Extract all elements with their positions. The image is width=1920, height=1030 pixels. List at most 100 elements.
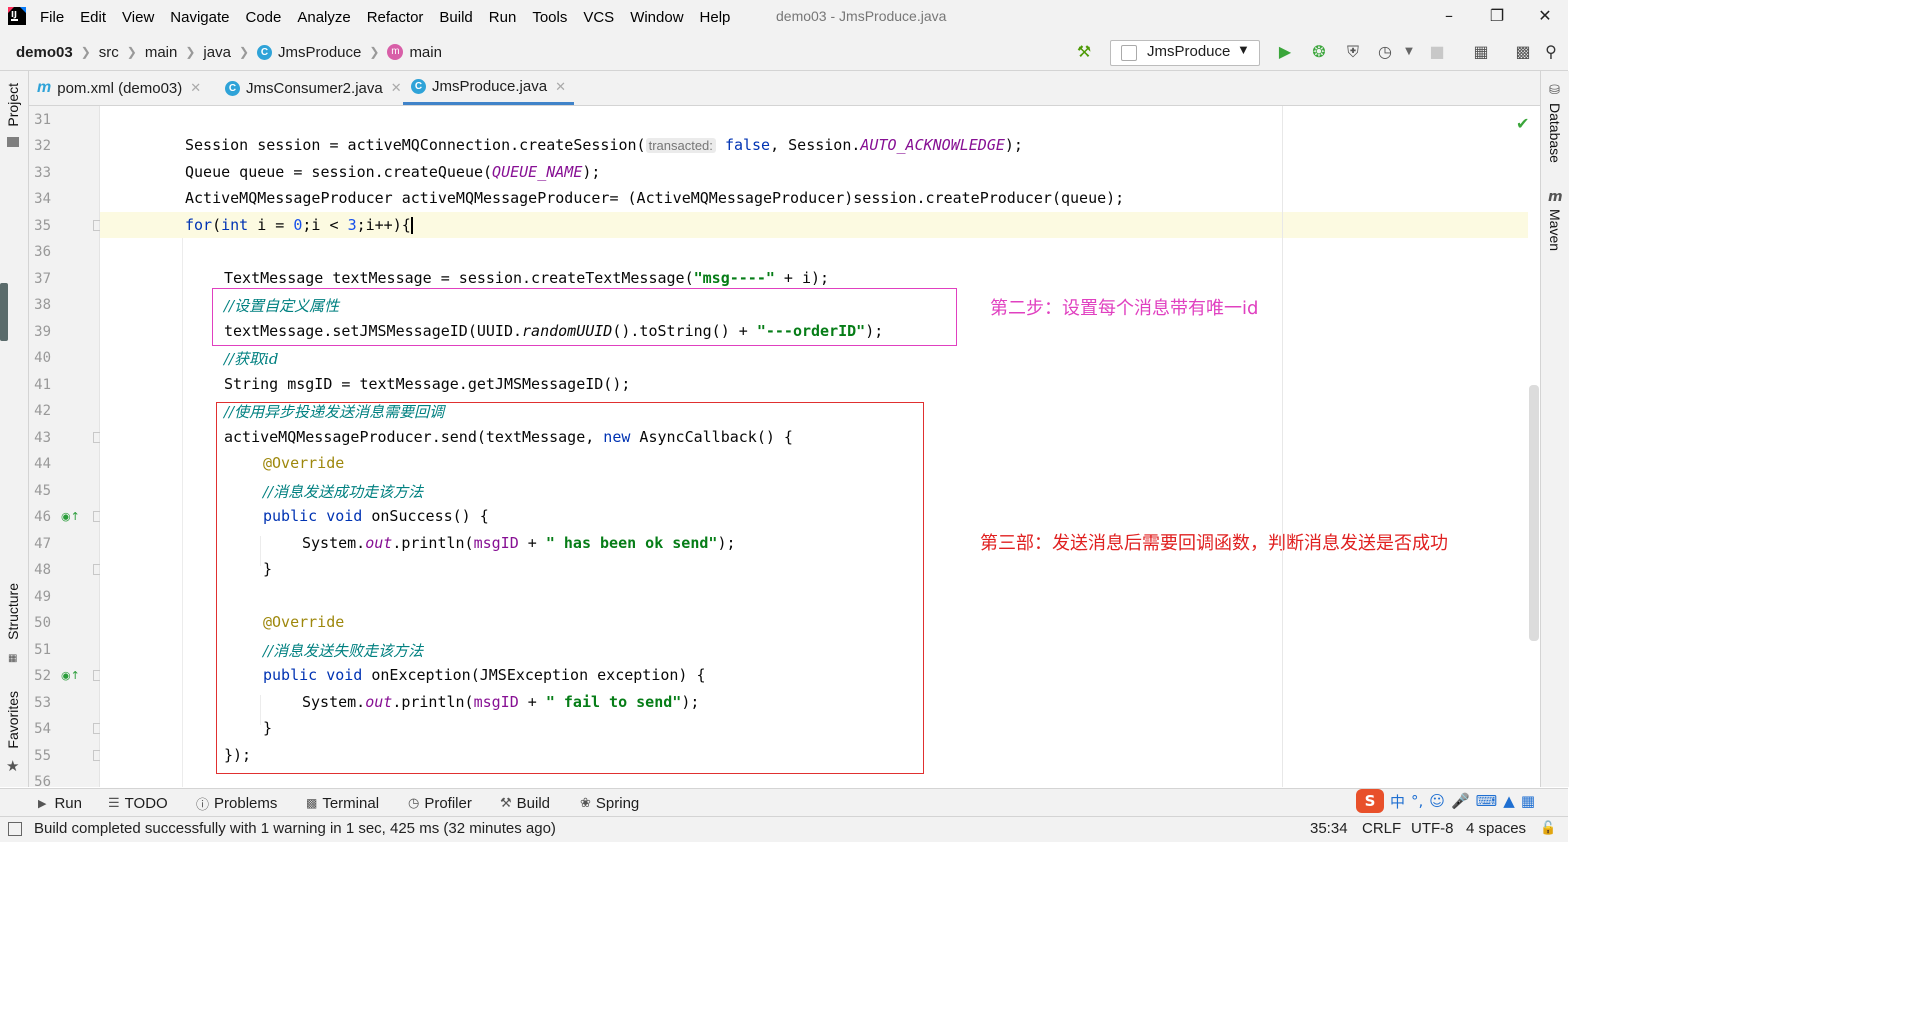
cursor-position[interactable]: 35:34 <box>1310 820 1348 837</box>
breadcrumb-project[interactable]: demo03 <box>16 44 73 61</box>
star-icon: ★ <box>6 757 20 775</box>
structure-tool-button[interactable]: Structure <box>5 583 21 640</box>
todo-tool-button[interactable]: ☰ TODO <box>108 789 168 817</box>
code-editor[interactable]: ✔ Session session = activeMQConnection.c… <box>100 106 1528 787</box>
problems-tool-button[interactable]: ⓘ Problems <box>196 789 277 817</box>
menu-window[interactable]: Window <box>630 9 683 26</box>
build-tool-button[interactable]: ⚒ Build <box>500 789 550 817</box>
ime-toolbar[interactable]: S 中 °, ☺ 🎤 ⌨ ▲ ▦ <box>1356 788 1540 814</box>
java-class-icon: C <box>411 79 426 94</box>
maven-icon: m <box>1548 189 1563 205</box>
close-tab-icon[interactable]: ✕ <box>391 80 402 96</box>
breadcrumb-class[interactable]: JmsProduce <box>278 44 361 61</box>
debug-icon[interactable]: ❂ <box>1308 42 1330 62</box>
line-number: 31 <box>34 112 51 128</box>
menu-vcs[interactable]: VCS <box>583 9 614 26</box>
build-hammer-icon[interactable]: ⚒ <box>1073 42 1095 62</box>
lock-icon[interactable]: 🔓 <box>1540 821 1556 836</box>
line-number: 40 <box>34 350 51 366</box>
line-number: 49 <box>34 589 51 605</box>
line-separator[interactable]: CRLF <box>1362 820 1401 837</box>
text-cursor <box>410 217 413 234</box>
status-bar: Build completed successfully with 1 warn… <box>0 816 1568 842</box>
grid-icon[interactable]: ▦ <box>1521 792 1535 810</box>
chevron-right-icon: ❯ <box>80 45 91 59</box>
ime-language[interactable]: 中 <box>1390 791 1405 812</box>
menu-tools[interactable]: Tools <box>532 9 567 26</box>
chevron-down-icon[interactable]: ▼ <box>1398 42 1420 62</box>
database-tool-button[interactable]: Database <box>1547 103 1563 163</box>
close-tab-icon[interactable]: ✕ <box>555 79 566 95</box>
run-configuration-label: JmsProduce <box>1147 43 1231 60</box>
run-tool-button[interactable]: ▶ Run <box>38 789 82 817</box>
menu-edit[interactable]: Edit <box>80 9 106 26</box>
terminal-tool-button[interactable]: ▩ Terminal <box>306 789 379 817</box>
status-message[interactable]: Build completed successfully with 1 warn… <box>34 820 556 837</box>
indent-setting[interactable]: 4 spaces <box>1466 820 1526 837</box>
line-number: 48 <box>34 562 51 578</box>
keyboard-icon[interactable]: ⌨ <box>1476 792 1498 810</box>
chevron-right-icon: ❯ <box>238 45 249 59</box>
line-number: 45 <box>34 483 51 499</box>
line-number: 44 <box>34 456 51 472</box>
stop-icon[interactable]: ■ <box>1426 42 1448 62</box>
clothes-icon[interactable]: ▲ <box>1503 792 1515 810</box>
param-hint: transacted: <box>645 138 716 153</box>
profile-icon[interactable]: ◷ <box>1374 42 1396 62</box>
run-icon[interactable]: ▶ <box>1274 42 1296 62</box>
tab-pom-xml[interactable]: m pom.xml (demo03) ✕ <box>37 71 201 105</box>
spring-tool-button[interactable]: ❀ Spring <box>580 789 639 817</box>
breadcrumb-java[interactable]: java <box>203 44 231 61</box>
emoji-icon[interactable]: ☺ <box>1429 792 1445 810</box>
file-encoding[interactable]: UTF-8 <box>1411 820 1454 837</box>
tab-jmsproduce[interactable]: C JmsProduce.java ✕ <box>403 71 574 105</box>
presentation-icon[interactable]: ▩ <box>1512 42 1534 62</box>
search-icon[interactable]: ⚲ <box>1540 42 1562 62</box>
project-tool-button[interactable]: Project <box>5 83 21 127</box>
breadcrumb-main[interactable]: main <box>145 44 178 61</box>
implements-method-icon[interactable]: ◉↑ <box>61 510 80 523</box>
line-number: 36 <box>34 244 51 260</box>
menu-file[interactable]: File <box>40 9 64 26</box>
microphone-icon[interactable]: 🎤 <box>1451 792 1470 810</box>
close-tab-icon[interactable]: ✕ <box>190 80 201 96</box>
code-line-33: Queue queue = session.createQueue(QUEUE_… <box>185 163 601 181</box>
tab-jmsconsumer2[interactable]: C JmsConsumer2.java ✕ <box>225 71 402 105</box>
window-title: demo03 - JmsProduce.java <box>776 8 947 24</box>
menu-navigate[interactable]: Navigate <box>170 9 229 26</box>
chevron-right-icon: ❯ <box>369 45 380 59</box>
favorites-tool-button[interactable]: Favorites <box>5 691 21 749</box>
menu-build[interactable]: Build <box>439 9 472 26</box>
punctuation-icon[interactable]: °, <box>1411 792 1423 810</box>
breadcrumb-method[interactable]: main <box>409 44 442 61</box>
minimize-icon[interactable]: – <box>1438 6 1460 26</box>
profiler-tool-button[interactable]: ◷ Profiler <box>408 789 472 817</box>
spring-leaf-icon: ❀ <box>580 795 591 810</box>
maven-tool-button[interactable]: Maven <box>1547 209 1563 251</box>
project-structure-icon[interactable]: ▦ <box>1470 42 1492 62</box>
menu-refactor[interactable]: Refactor <box>367 9 424 26</box>
line-number-gutter[interactable]: 31 32 33 34 35 36 37 38 39 40 41 42 43 4… <box>29 106 104 790</box>
menu-run[interactable]: Run <box>489 9 517 26</box>
coverage-icon[interactable]: ⛨ <box>1342 42 1364 62</box>
line-number: 41 <box>34 377 51 393</box>
vertical-scrollbar[interactable] <box>1529 385 1539 641</box>
run-configuration-select[interactable]: JmsProduce ▼ <box>1110 40 1260 66</box>
line-number: 43 <box>34 430 51 446</box>
chevron-right-icon: ❯ <box>185 45 196 59</box>
close-icon[interactable]: ✕ <box>1534 6 1556 26</box>
drag-handle[interactable] <box>0 283 8 341</box>
line-number: 32 <box>34 138 51 154</box>
menu-help[interactable]: Help <box>700 9 731 26</box>
implements-method-icon[interactable]: ◉↑ <box>61 669 80 682</box>
menu-code[interactable]: Code <box>245 9 281 26</box>
menu-view[interactable]: View <box>122 9 154 26</box>
application-icon <box>1121 45 1137 61</box>
breadcrumb-src[interactable]: src <box>99 44 119 61</box>
tool-label: TODO <box>124 794 168 812</box>
restore-icon[interactable]: ❐ <box>1486 6 1508 26</box>
code-line-40: //获取id <box>224 350 279 368</box>
menu-analyze[interactable]: Analyze <box>297 9 350 26</box>
menu-bar: IJ File Edit View Navigate Code Analyze … <box>0 0 1568 34</box>
layout-toggle-icon[interactable] <box>8 822 22 836</box>
